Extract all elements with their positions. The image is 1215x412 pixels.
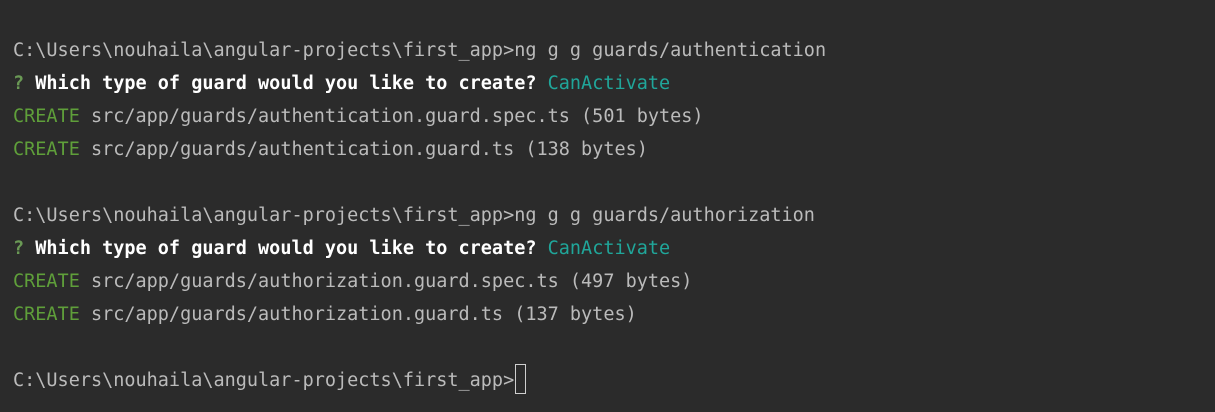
create-path: src/app/guards/authorization.guard.ts (1… [90, 304, 637, 325]
create-label: CREATE [13, 304, 80, 325]
create-line: CREATE src/app/guards/authorization.guar… [13, 298, 1215, 331]
answer-text: CanActivate [547, 73, 671, 94]
question-line: ? Which type of guard would you like to … [13, 67, 1215, 100]
terminal-output[interactable]: C:\Users\nouhaila\angular-projects\first… [13, 34, 1215, 397]
create-line: CREATE src/app/guards/authentication.gua… [13, 100, 1215, 133]
command-text: ng g g guards/authentication [514, 40, 827, 61]
create-label: CREATE [13, 106, 80, 127]
create-path: src/app/guards/authorization.guard.spec.… [90, 271, 693, 292]
create-label: CREATE [13, 271, 80, 292]
question-text: Which type of guard would you like to cr… [35, 73, 537, 94]
prompt-path: C:\Users\nouhaila\angular-projects\first… [13, 40, 515, 61]
question-text: Which type of guard would you like to cr… [35, 238, 537, 259]
question-mark: ? [13, 238, 25, 259]
command-line: C:\Users\nouhaila\angular-projects\first… [13, 34, 1215, 67]
prompt-path: C:\Users\nouhaila\angular-projects\first… [13, 205, 515, 226]
active-prompt-line[interactable]: C:\Users\nouhaila\angular-projects\first… [13, 364, 1215, 397]
create-label: CREATE [13, 139, 80, 160]
answer-text: CanActivate [547, 238, 671, 259]
create-line: CREATE src/app/guards/authorization.guar… [13, 265, 1215, 298]
text-cursor[interactable] [515, 364, 527, 394]
create-path: src/app/guards/authentication.guard.ts (… [90, 139, 648, 160]
command-text: ng g g guards/authorization [514, 205, 815, 226]
create-line: CREATE src/app/guards/authentication.gua… [13, 133, 1215, 166]
prompt-path: C:\Users\nouhaila\angular-projects\first… [13, 370, 515, 391]
question-line: ? Which type of guard would you like to … [13, 232, 1215, 265]
command-line: C:\Users\nouhaila\angular-projects\first… [13, 199, 1215, 232]
create-path: src/app/guards/authentication.guard.spec… [90, 106, 704, 127]
question-mark: ? [13, 73, 25, 94]
